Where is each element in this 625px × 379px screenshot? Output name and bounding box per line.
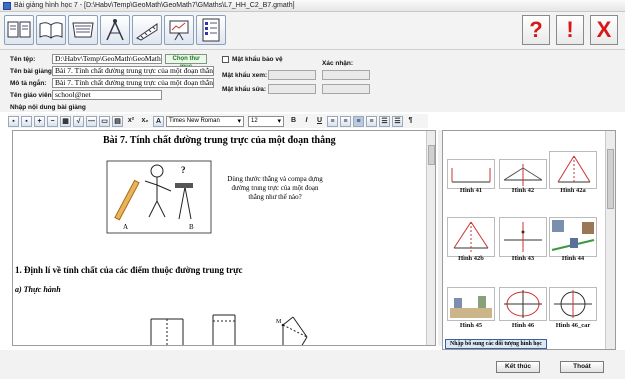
figure-caption: Hình 46_car <box>555 322 591 329</box>
numbered-list-icon[interactable]: ☰ <box>392 115 403 127</box>
save-icon[interactable]: ▪ <box>8 115 19 127</box>
add-figures-button[interactable]: Nhập bổ sung các đối tượng hình học <box>445 339 547 349</box>
font-size-select[interactable]: 12 <box>248 115 284 127</box>
lesson-info-form: Tên tệp: D:\Habv\Temp\GeoMath\GeoMath7 C… <box>0 50 625 112</box>
exit-button[interactable]: Thoát <box>560 361 604 373</box>
content-label: Nhập nội dung bài giảng <box>10 104 86 111</box>
line-icon[interactable]: — <box>86 115 97 127</box>
table-icon[interactable]: ▦ <box>60 115 71 127</box>
point-a-label: A <box>123 223 129 231</box>
title-label: Tên bài giảng: <box>10 68 55 75</box>
figure-thumbnail[interactable] <box>447 159 495 189</box>
image-icon[interactable]: ▭ <box>99 115 110 127</box>
window-title: Bài giảng hình học 7 - [D:\Habv\Temp\Geo… <box>14 2 295 9</box>
figure-thumbnail[interactable] <box>499 287 547 321</box>
zoom-out-icon[interactable]: − <box>47 115 58 127</box>
bold-button[interactable]: B <box>288 116 299 127</box>
figure-caption: Hình 42a <box>560 187 586 194</box>
gallery-scrollbar[interactable] <box>605 131 615 349</box>
summary-label: Mô tả ngắn: <box>10 80 47 87</box>
view-password-label: Mật khẩu xem: <box>222 72 268 79</box>
figure-caption: Hình 45 <box>459 322 483 329</box>
close-icon[interactable]: X <box>590 15 618 45</box>
question-mark: ? <box>181 165 186 175</box>
view-password-confirm-field[interactable] <box>322 70 370 80</box>
open-book-icon[interactable] <box>36 15 66 45</box>
editor-scroll-thumb[interactable] <box>428 145 435 165</box>
edit-password-field[interactable] <box>268 84 316 94</box>
pilcrow-button[interactable]: ¶ <box>405 116 416 127</box>
subscript-button[interactable]: x₂ <box>139 116 151 127</box>
book-icon[interactable] <box>4 15 34 45</box>
title-bar: Bài giảng hình học 7 - [D:\Habv\Temp\Geo… <box>0 0 625 12</box>
figure-thumbnail[interactable] <box>499 159 547 189</box>
justify-icon[interactable]: ≡ <box>366 115 377 127</box>
save-as-icon[interactable]: ▪ <box>21 115 32 127</box>
formula-icon[interactable]: √ <box>73 115 84 127</box>
lesson-editor[interactable]: Bài 7. Tính chất đường trung trực của mộ… <box>12 130 436 346</box>
lesson-title-field[interactable]: Bài 7. Tính chất đường trung trực của mộ… <box>52 66 214 76</box>
point-b-label: B <box>189 223 194 231</box>
main-toolbar: ? ! X <box>0 12 625 50</box>
subsection-heading: a) Thực hành <box>15 285 61 294</box>
text-style-icon[interactable]: A <box>153 115 164 127</box>
figure-thumbnail[interactable] <box>549 151 597 189</box>
confirm-label: Xác nhận: <box>322 60 354 67</box>
figure-thumbnail[interactable] <box>447 217 495 257</box>
protect-label: Mật khẩu bảo vệ <box>232 56 283 63</box>
stick-figure-drawing <box>106 160 212 234</box>
end-button[interactable]: Kết thúc <box>496 361 540 373</box>
figure-thumbnail[interactable] <box>549 217 597 257</box>
question-text: Dùng thước thẳng và compa dựng đường tru… <box>227 175 323 201</box>
figure-caption: Hình 42b <box>458 255 484 262</box>
gallery-scroll-thumb[interactable] <box>607 149 614 209</box>
ruler-icon[interactable] <box>132 15 162 45</box>
file-path-field[interactable]: D:\Habv\Temp\GeoMath\GeoMath7 <box>52 54 162 64</box>
figure-thumbnail[interactable] <box>447 287 495 321</box>
summary-field[interactable]: Bài 7. Tính chất đường trung trực của mộ… <box>52 78 214 88</box>
edit-password-confirm-field[interactable] <box>322 84 370 94</box>
bottom-bar: Kết thúc Thoát <box>0 350 625 379</box>
paper-folding-drawing <box>150 314 308 345</box>
font-select[interactable]: Times New Roman <box>166 115 244 127</box>
zoom-in-icon[interactable]: + <box>34 115 45 127</box>
figure-caption: Hình 44 <box>561 255 585 262</box>
figure-caption: Hình 41 <box>459 187 483 194</box>
app-icon <box>3 1 11 10</box>
italic-button[interactable]: I <box>301 116 312 127</box>
teacher-label: Tên giáo viên: <box>10 92 54 99</box>
checklist-icon[interactable] <box>196 15 226 45</box>
align-left-icon[interactable]: ≡ <box>327 115 338 127</box>
compass-icon[interactable] <box>100 15 130 45</box>
figure-thumbnail[interactable] <box>499 217 547 257</box>
bullet-list-icon[interactable]: ☰ <box>379 115 390 127</box>
protect-checkbox[interactable] <box>222 56 229 63</box>
edit-password-label: Mật khẩu sửa: <box>222 86 267 93</box>
choose-folder-button[interactable]: Chọn thư mục <box>165 54 207 70</box>
align-center-icon[interactable]: ≡ <box>340 115 351 127</box>
file-label: Tên tệp: <box>10 56 36 63</box>
alert-icon[interactable]: ! <box>556 15 584 45</box>
teacher-field[interactable]: school@net <box>52 90 162 100</box>
figure-gallery: Hình 41 Hình 42 Hình 42a Hình 42b Hình 4… <box>442 130 616 350</box>
section-heading: 1. Định lí về tính chất của các điểm thu… <box>15 265 243 275</box>
format-toolbar: ▪ ▪ + − ▦ √ — ▭ ▤ x² x₂ A Times New Roma… <box>8 114 428 128</box>
align-right-icon[interactable]: ≡ <box>353 115 364 127</box>
notebook-icon[interactable] <box>68 15 98 45</box>
figure-thumbnail[interactable] <box>549 287 597 321</box>
help-icon[interactable]: ? <box>522 15 550 45</box>
editor-scrollbar[interactable] <box>426 131 435 345</box>
presentation-icon[interactable] <box>164 15 194 45</box>
paste-icon[interactable]: ▤ <box>112 115 123 127</box>
point-m-label: M <box>276 319 282 325</box>
view-password-field[interactable] <box>268 70 316 80</box>
superscript-button[interactable]: x² <box>125 116 137 127</box>
underline-button[interactable]: U <box>314 116 325 127</box>
document-heading: Bài 7. Tính chất đường trung trực của mộ… <box>103 135 336 146</box>
